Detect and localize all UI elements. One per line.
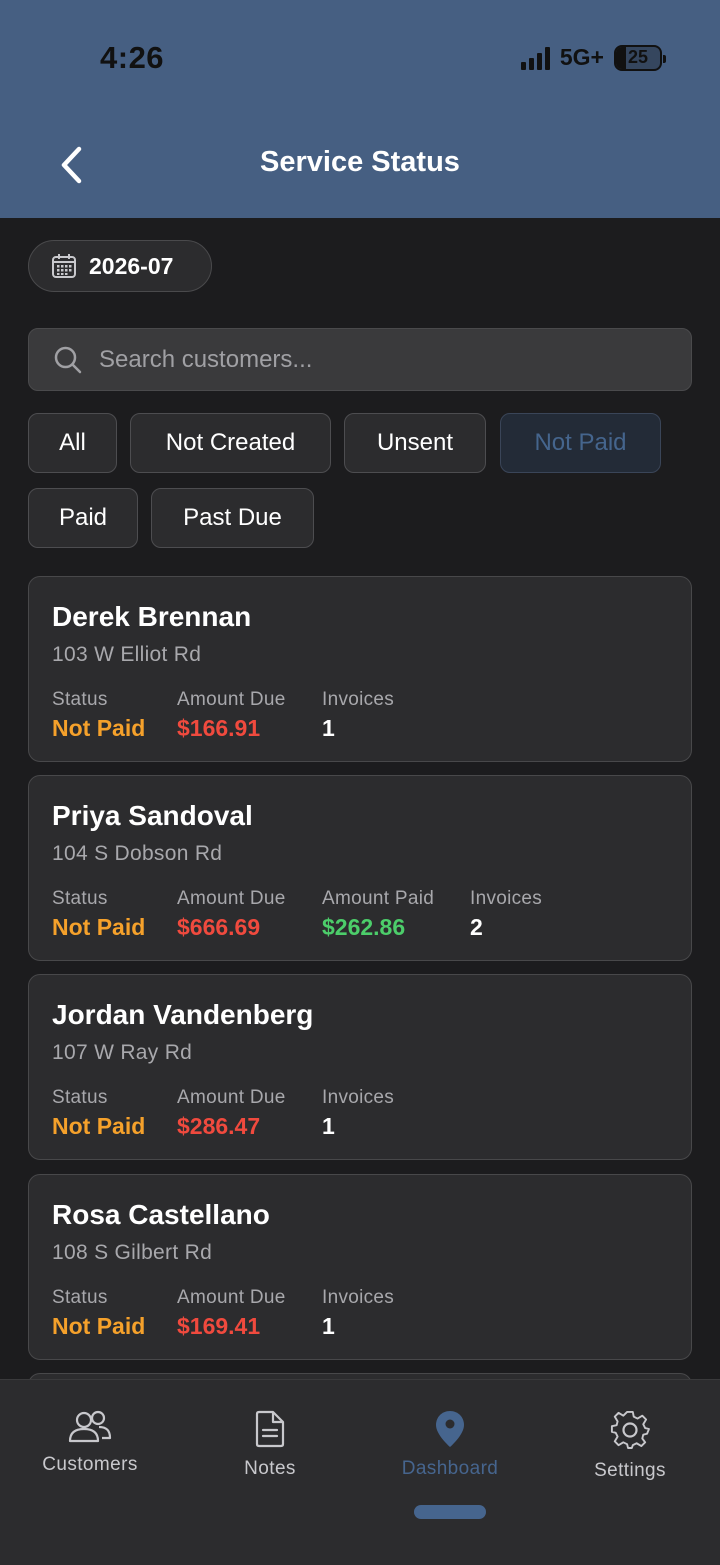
amount-due-value: $666.69 bbox=[177, 914, 261, 940]
amount-paid-value: $262.86 bbox=[322, 914, 406, 940]
amount-due-value: $169.41 bbox=[177, 1313, 261, 1339]
network-label: 5G+ bbox=[559, 44, 604, 70]
invoices-value: 1 bbox=[322, 1313, 335, 1339]
customer-name: Priya Sandoval bbox=[52, 800, 253, 831]
calendar-icon bbox=[52, 254, 76, 278]
status-value: Not Paid bbox=[52, 715, 146, 741]
tab-label: Settings bbox=[594, 1460, 666, 1481]
invoices-field: Invoices 1 bbox=[322, 689, 394, 742]
invoices-field: Invoices 1 bbox=[322, 1287, 394, 1340]
customer-name: Rosa Castellano bbox=[52, 1199, 270, 1230]
filter-chip-not-created[interactable]: Not Created bbox=[130, 413, 331, 473]
invoices-field: Invoices 1 bbox=[322, 1087, 394, 1140]
invoices-label: Invoices bbox=[322, 689, 395, 710]
status-field: Status Not Paid bbox=[52, 888, 145, 941]
invoices-label: Invoices bbox=[322, 1087, 395, 1108]
amount-paid-label: Amount Paid bbox=[322, 888, 435, 909]
amount-due-value: $286.47 bbox=[177, 1113, 261, 1139]
customer-address: 108 S Gilbert Rd bbox=[52, 1241, 213, 1264]
invoices-value: 1 bbox=[322, 1113, 335, 1139]
tab-settings[interactable]: Settings bbox=[540, 1410, 720, 1482]
amount-due-label: Amount Due bbox=[177, 689, 286, 710]
search-bar[interactable] bbox=[28, 328, 692, 391]
invoices-label: Invoices bbox=[322, 1287, 395, 1308]
status-label: Status bbox=[52, 1087, 108, 1108]
status-icons: 5G+ 25 bbox=[520, 44, 666, 71]
search-input[interactable] bbox=[99, 345, 659, 374]
amount-due-label: Amount Due bbox=[177, 1087, 286, 1108]
status-value: Not Paid bbox=[52, 1113, 146, 1139]
invoices-field: Invoices 2 bbox=[470, 888, 542, 941]
invoices-label: Invoices bbox=[470, 888, 543, 909]
filter-chip-not-paid[interactable]: Not Paid bbox=[500, 413, 661, 473]
customer-name: Derek Brennan bbox=[52, 601, 252, 632]
tab-label: Customers bbox=[42, 1454, 138, 1475]
status-label: Status bbox=[52, 888, 108, 909]
customer-address: 107 W Ray Rd bbox=[52, 1041, 193, 1064]
amount-due-label: Amount Due bbox=[177, 1287, 286, 1308]
status-value: Not Paid bbox=[52, 1313, 146, 1339]
page-title: Service Status bbox=[260, 146, 460, 178]
customer-card[interactable]: Rosa Castellano 108 S Gilbert Rd Status … bbox=[28, 1174, 692, 1360]
status-field: Status Not Paid bbox=[52, 1287, 145, 1340]
users-icon bbox=[68, 1410, 112, 1443]
customer-name: Jordan Vandenberg bbox=[52, 999, 314, 1030]
document-icon bbox=[255, 1410, 285, 1448]
filter-chip-past-due[interactable]: Past Due bbox=[151, 488, 314, 548]
gear-icon bbox=[610, 1410, 650, 1449]
tab-notes[interactable]: Notes bbox=[180, 1410, 360, 1480]
filter-chip-unsent[interactable]: Unsent bbox=[344, 413, 486, 473]
battery-icon: 25 bbox=[614, 44, 666, 71]
tab-label: Notes bbox=[244, 1458, 296, 1479]
amount-due-label: Amount Due bbox=[177, 888, 286, 909]
tab-label: Dashboard bbox=[401, 1458, 499, 1479]
filter-chip-all[interactable]: All bbox=[28, 413, 117, 473]
status-label: Status bbox=[52, 689, 108, 710]
amount-due-field: Amount Due $666.69 bbox=[177, 888, 286, 941]
filter-chip-paid[interactable]: Paid bbox=[28, 488, 138, 548]
status-time: 4:26 bbox=[100, 40, 165, 75]
customer-card[interactable]: Jordan Vandenberg 107 W Ray Rd Status No… bbox=[28, 974, 692, 1160]
status-label: Status bbox=[52, 1287, 108, 1308]
amount-due-field: Amount Due $166.91 bbox=[177, 689, 286, 742]
customer-card[interactable]: Derek Brennan 103 W Elliot Rd Status Not… bbox=[28, 576, 692, 762]
amount-paid-field: Amount Paid $262.86 bbox=[322, 888, 434, 941]
status-field: Status Not Paid bbox=[52, 1087, 145, 1140]
status-field: Status Not Paid bbox=[52, 689, 145, 742]
status-value: Not Paid bbox=[52, 914, 146, 940]
customer-card[interactable]: Priya Sandoval 104 S Dobson Rd Status No… bbox=[28, 775, 692, 961]
amount-due-field: Amount Due $169.41 bbox=[177, 1287, 286, 1340]
header-bar: 4:26 5G+ 25 Service Status bbox=[0, 0, 720, 218]
tab-customers[interactable]: Customers bbox=[0, 1410, 180, 1476]
invoices-value: 1 bbox=[322, 715, 335, 741]
tab-dashboard[interactable]: Dashboard bbox=[360, 1410, 540, 1480]
month-picker-button[interactable]: 2026-07 bbox=[28, 240, 212, 292]
location-pin-icon bbox=[436, 1411, 464, 1447]
battery-level: 25 bbox=[627, 47, 649, 67]
customer-address: 103 W Elliot Rd bbox=[52, 643, 202, 666]
amount-due-value: $166.91 bbox=[177, 715, 261, 741]
customer-address: 104 S Dobson Rd bbox=[52, 842, 223, 865]
signal-icon bbox=[520, 46, 550, 70]
search-icon bbox=[54, 346, 82, 373]
invoices-value: 2 bbox=[470, 914, 483, 940]
amount-due-field: Amount Due $286.47 bbox=[177, 1087, 286, 1140]
tab-bar: Customers Notes Dashboard Settings bbox=[0, 1379, 720, 1565]
active-tab-indicator bbox=[414, 1505, 486, 1519]
month-label: 2026-07 bbox=[89, 252, 174, 279]
